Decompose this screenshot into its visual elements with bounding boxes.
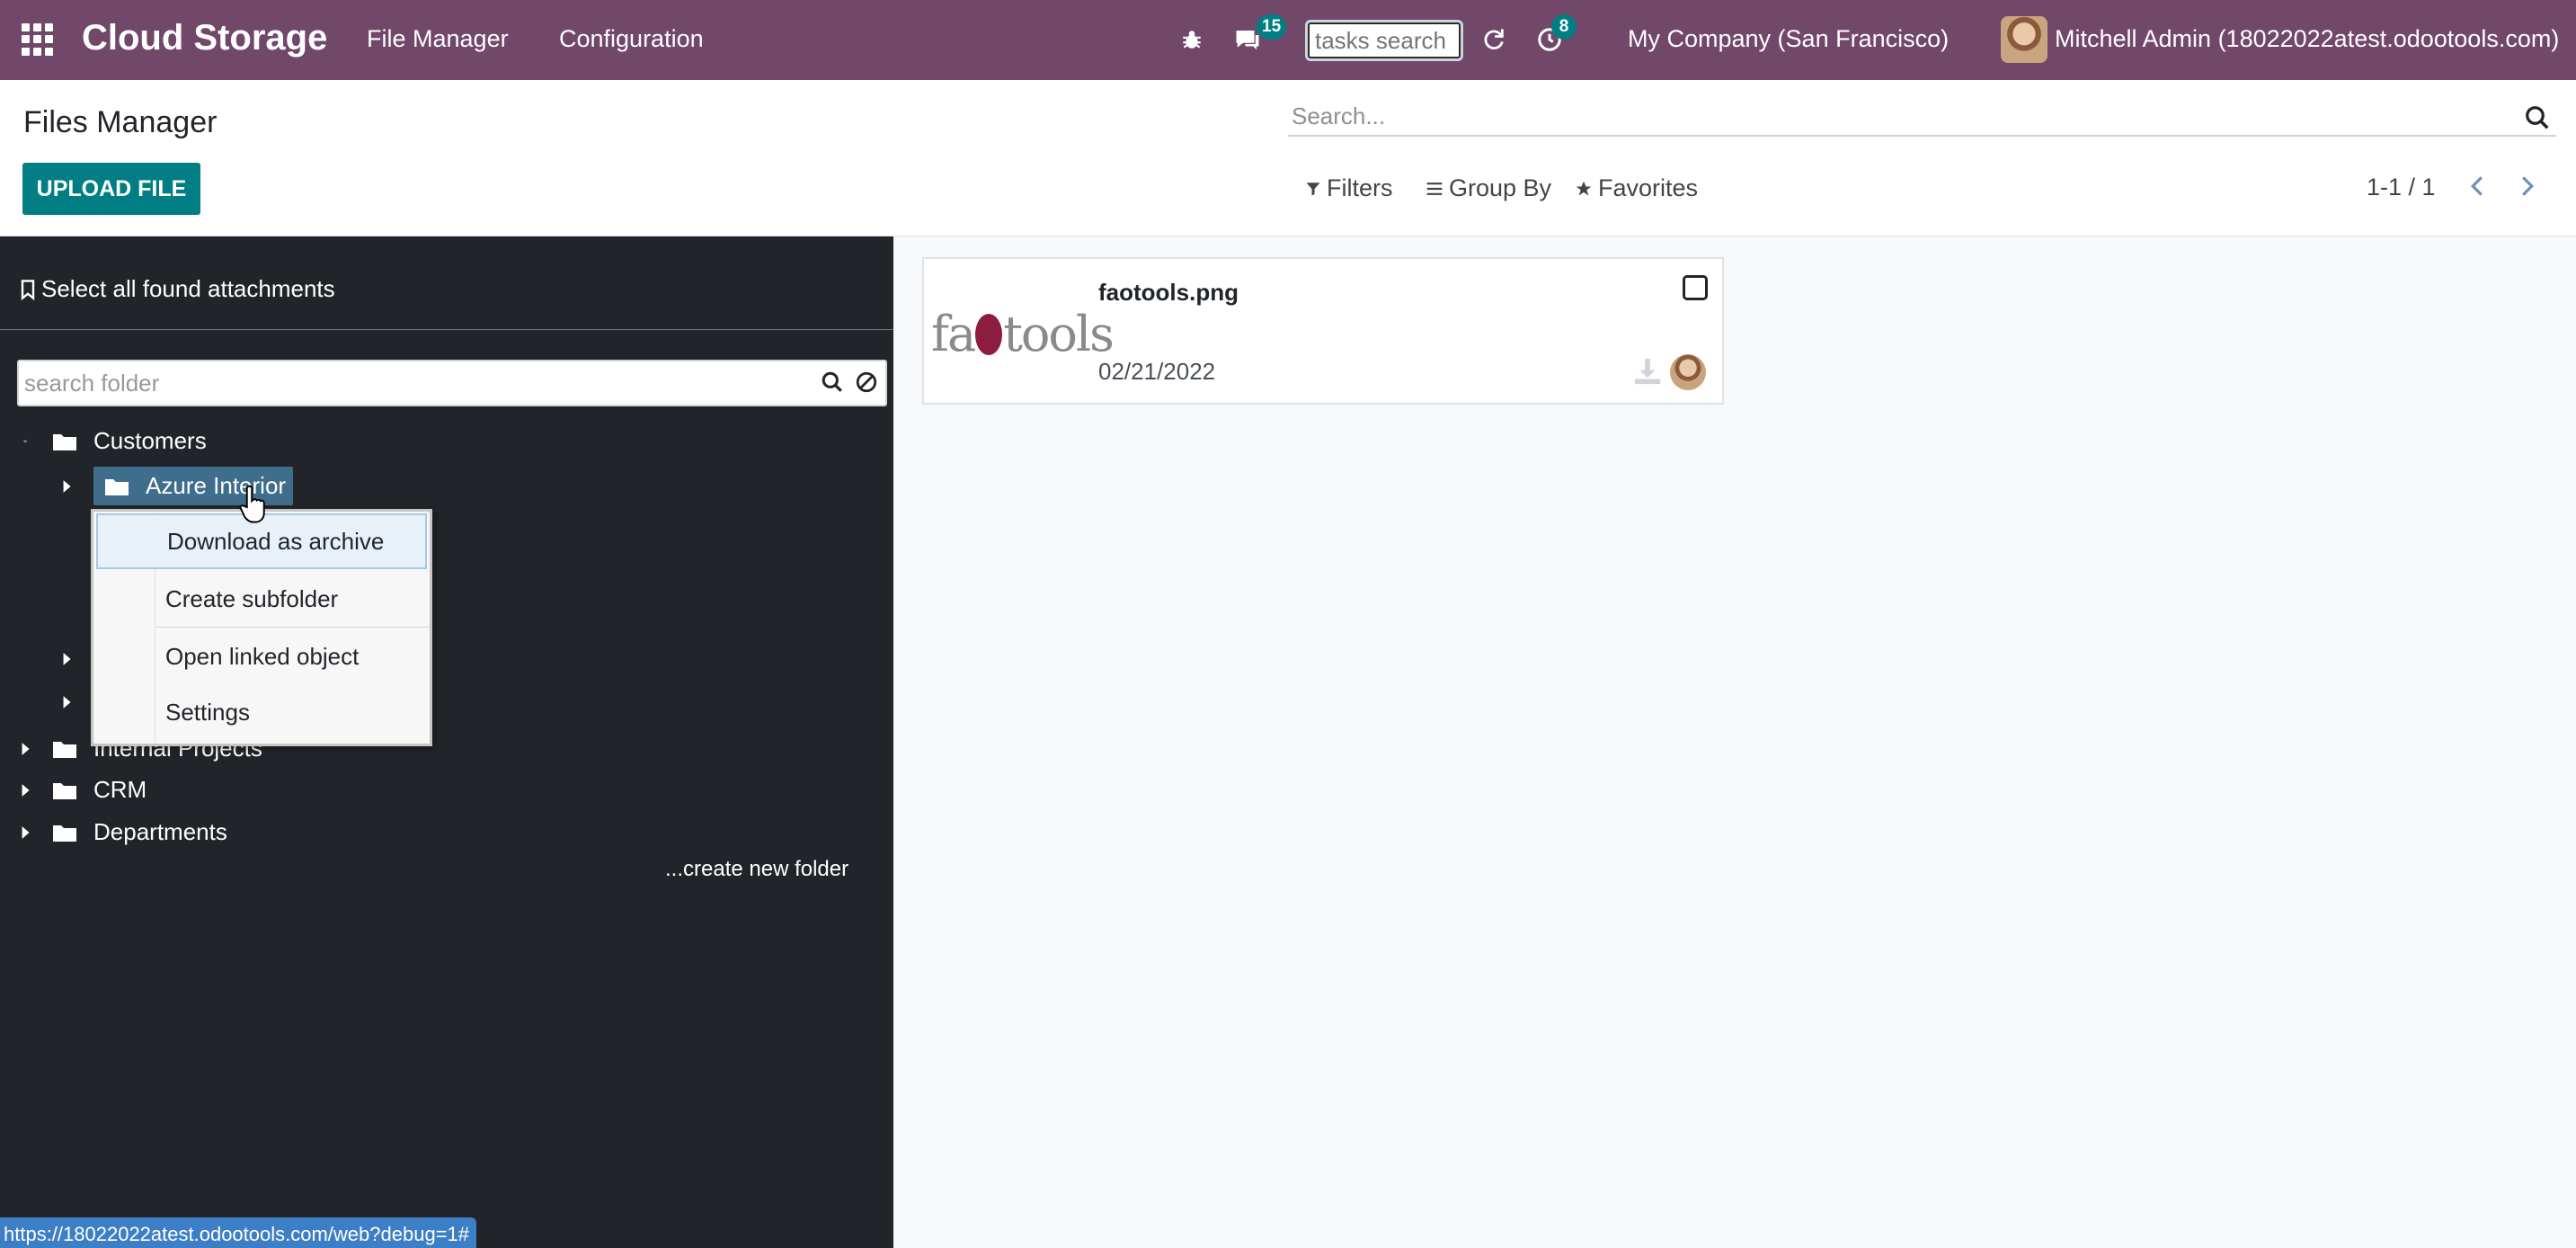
- menu-item-create-subfolder[interactable]: Create subfolder: [93, 571, 430, 627]
- tree-item-hidden-2[interactable]: [58, 693, 93, 711]
- folder-icon: [53, 825, 76, 842]
- pager-next-icon[interactable]: [2511, 170, 2544, 202]
- search-icon[interactable]: [821, 370, 844, 394]
- caret-collapsed-icon[interactable]: [58, 477, 76, 495]
- tree-item-hidden-1[interactable]: [58, 650, 93, 668]
- tree-item-customers[interactable]: Customers: [16, 427, 207, 455]
- caret-collapsed-icon[interactable]: [58, 693, 76, 711]
- tree-item-departments[interactable]: Departments: [16, 818, 227, 846]
- control-panel: Files Manager UPLOAD FILE Search... Filt…: [0, 80, 2576, 236]
- filter-icon: [1306, 182, 1320, 195]
- folder-icon: [53, 741, 76, 758]
- caret-collapsed-icon[interactable]: [16, 740, 34, 758]
- page-title: Files Manager: [23, 105, 218, 139]
- pager-value[interactable]: 1-1 / 1: [2367, 174, 2436, 201]
- search-icon[interactable]: [2524, 104, 2551, 131]
- menu-item-settings[interactable]: Settings: [93, 684, 430, 740]
- star-icon: [1576, 181, 1592, 195]
- menu-item-open-linked-object[interactable]: Open linked object: [93, 628, 430, 684]
- attachment-card[interactable]: fa tools faotools.png 02/21/2022: [922, 257, 1724, 405]
- hand-cursor-icon: [239, 485, 265, 523]
- folder-icon: [105, 478, 129, 495]
- owner-avatar: [1670, 354, 1706, 390]
- favorites-button[interactable]: Favorites: [1575, 174, 1698, 202]
- clear-ban-icon[interactable]: [855, 370, 878, 394]
- folder-context-menu: Download as archive Create subfolder Ope…: [91, 509, 432, 746]
- tree-item-crm[interactable]: CRM: [16, 776, 147, 804]
- select-checkbox[interactable]: [1683, 275, 1708, 300]
- file-thumbnail[interactable]: fa tools: [931, 306, 1115, 362]
- file-name[interactable]: faotools.png: [1098, 279, 1239, 307]
- caret-collapsed-icon[interactable]: [16, 781, 34, 799]
- group-by-button[interactable]: Group By: [1426, 174, 1551, 202]
- pager-previous-icon[interactable]: [2461, 170, 2493, 202]
- apps-menu-icon[interactable]: [22, 23, 54, 56]
- file-date: 02/21/2022: [1098, 358, 1216, 385]
- folder-icon: [53, 782, 76, 799]
- top-navbar: Cloud Storage File Manager Configuration…: [0, 0, 2576, 80]
- search-placeholder: Search...: [1292, 103, 1386, 129]
- caret-collapsed-icon[interactable]: [58, 650, 76, 668]
- folder-icon: [53, 433, 76, 450]
- upload-file-button[interactable]: UPLOAD FILE: [22, 163, 200, 215]
- refresh-icon[interactable]: [1478, 23, 1510, 56]
- folder-search-input[interactable]: search folder: [17, 360, 887, 406]
- app-brand[interactable]: Cloud Storage: [82, 18, 327, 58]
- activities-count-badge: 8: [1551, 14, 1577, 40]
- logo-o-mark: [975, 313, 1003, 355]
- search-input[interactable]: Search...: [1288, 97, 2556, 137]
- user-avatar[interactable]: [2001, 16, 2047, 63]
- menu-file-manager[interactable]: File Manager: [367, 25, 509, 53]
- caret-expanded-icon[interactable]: [16, 432, 34, 450]
- list-bars-icon: [1426, 182, 1443, 195]
- download-icon[interactable]: [1632, 356, 1663, 387]
- messages-count-badge: 15: [1257, 14, 1287, 40]
- filters-button[interactable]: Filters: [1305, 174, 1393, 202]
- tasks-search-input[interactable]: [1305, 20, 1463, 61]
- company-switcher[interactable]: My Company (San Francisco): [1628, 25, 1949, 53]
- create-new-folder-link[interactable]: ...create new folder: [665, 857, 848, 882]
- menu-configuration[interactable]: Configuration: [559, 25, 704, 53]
- debug-bug-icon[interactable]: [1176, 23, 1208, 56]
- user-menu[interactable]: Mitchell Admin (18022022atest.odootools.…: [2055, 25, 2559, 53]
- menu-separator: [156, 627, 430, 628]
- bookmark-icon: [21, 279, 35, 300]
- divider: [0, 329, 893, 330]
- status-bar-url: https://18022022atest.odootools.com/web?…: [0, 1217, 477, 1248]
- select-all-attachments[interactable]: Select all found attachments: [20, 275, 335, 303]
- caret-collapsed-icon[interactable]: [16, 824, 34, 842]
